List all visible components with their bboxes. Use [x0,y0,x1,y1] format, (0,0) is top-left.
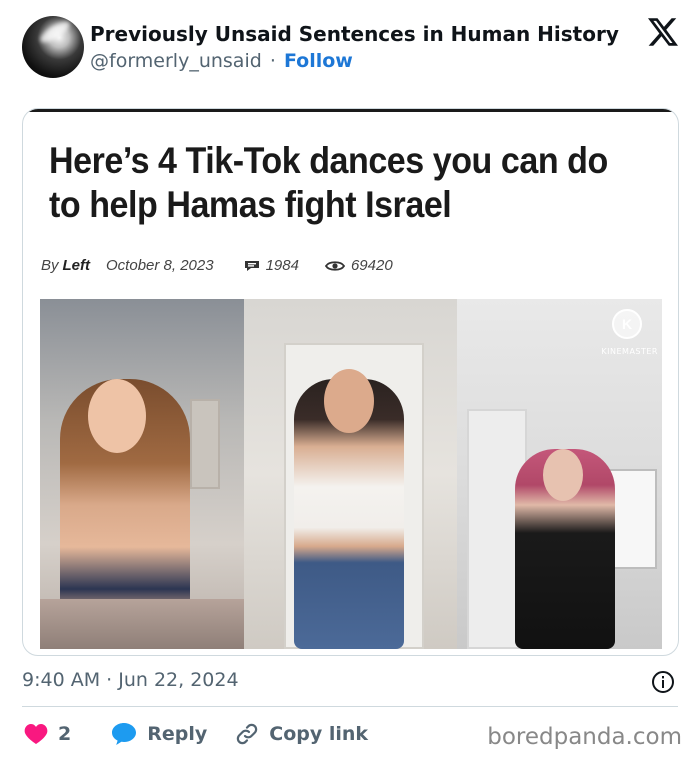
handle-separator: · [269,50,276,72]
kinemaster-logo-icon: K [612,309,642,339]
view-count: 69420 [324,257,393,274]
eye-icon [324,260,345,271]
boredpanda-watermark: boredpanda.com [487,724,682,750]
photo-collage: K KINEMASTER [40,299,662,649]
x-logo-icon[interactable] [648,18,678,46]
kinemaster-watermark: KINEMASTER [601,347,658,356]
like-count: 2 [58,723,72,745]
reply-label: Reply [147,723,208,745]
photo-dancer-3: K KINEMASTER [457,299,662,649]
by-author: Left [62,257,91,274]
tweet-timestamp[interactable]: 9:40 AM · Jun 22, 2024 [22,669,239,691]
photo-dancer-1 [40,299,244,649]
avatar[interactable] [22,16,84,78]
author-handle[interactable]: @formerly_unsaid [90,50,262,72]
author-name[interactable]: Previously Unsaid Sentences in Human His… [90,22,619,46]
reply-button[interactable]: Reply [111,722,207,746]
divider [22,706,678,707]
by-label: By [41,257,59,274]
view-count-value: 69420 [350,257,393,274]
heart-icon [24,724,48,744]
comment-count-value: 1984 [265,257,299,274]
copy-link-button[interactable]: Copy link [235,722,368,746]
photo-dancer-2 [244,299,457,649]
handle-row: @formerly_unsaid · Follow [90,50,353,72]
article-top-rule [23,109,678,112]
follow-button[interactable]: Follow [284,50,353,72]
link-icon [237,723,258,745]
speech-bubble-icon [112,723,137,745]
like-button[interactable]: 2 [24,723,71,745]
action-bar: 2 Reply Copy link [24,720,368,748]
comment-count: 1984 [244,257,299,274]
article-date: October 8, 2023 [106,257,214,274]
copy-link-label: Copy link [269,723,369,745]
info-icon[interactable] [651,670,675,694]
article-meta: By Left October 8, 2023 1984 69420 [41,257,393,274]
tweet-media-image[interactable]: Here’s 4 Tik-Tok dances you can do to he… [22,108,679,656]
tweet-header: Previously Unsaid Sentences in Human His… [22,16,680,80]
comment-icon [244,260,259,271]
article-headline: Here’s 4 Tik-Tok dances you can do to he… [49,140,608,225]
